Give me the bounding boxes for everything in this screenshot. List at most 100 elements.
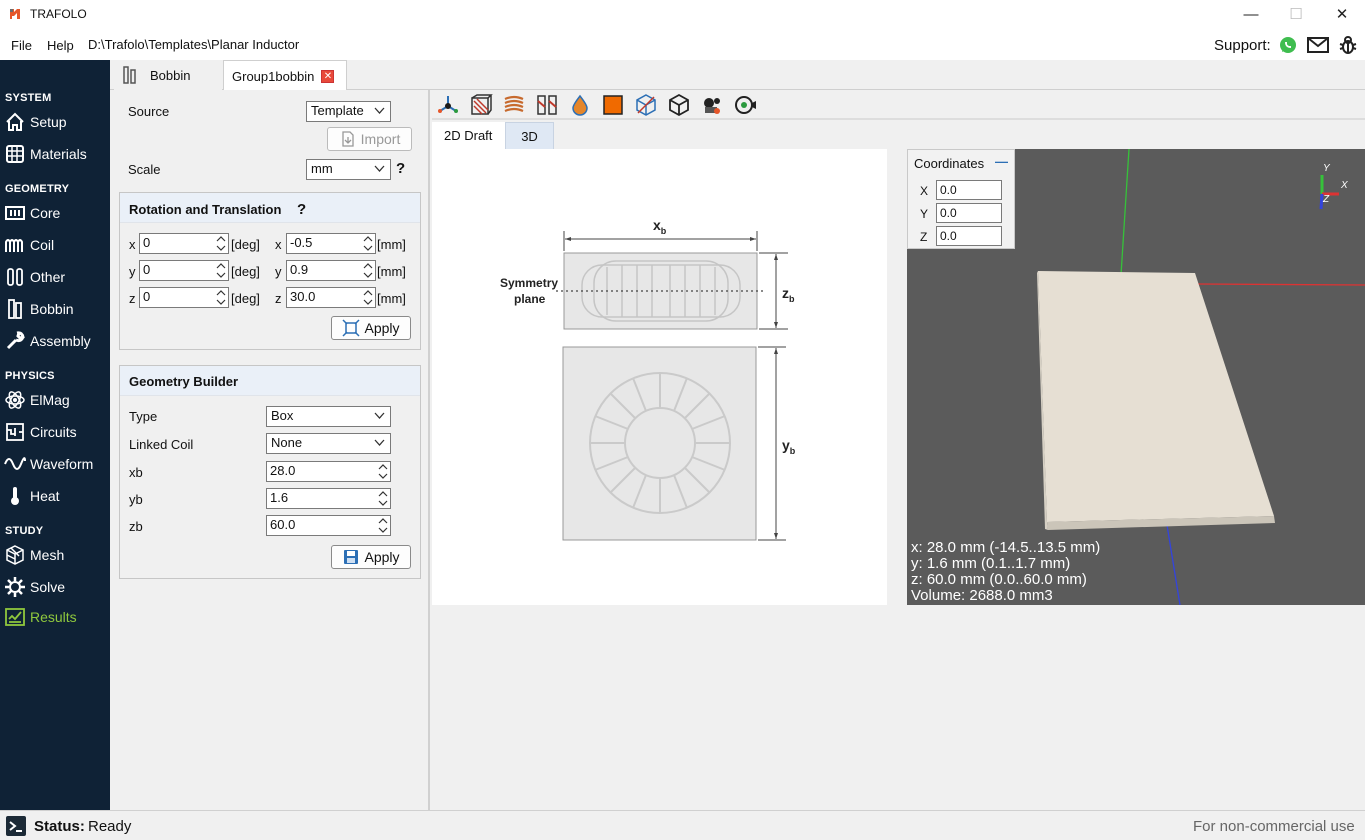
scale-select[interactable]: mm [306,159,391,180]
tab-close-icon[interactable]: ✕ [321,69,335,83]
record-camera-icon[interactable] [700,93,724,117]
solid-box-icon[interactable] [601,93,625,117]
scale-help-icon[interactable]: ? [396,160,405,177]
license-note: For non-commercial use [1193,818,1355,835]
trans-x-input[interactable]: -0.5 [286,233,376,254]
sidebar-item-setup[interactable]: Setup [4,109,108,135]
sidebar-item-results[interactable]: Results [4,604,108,630]
rotation-help-icon[interactable]: ? [297,201,306,218]
core-halves-icon[interactable] [535,93,559,117]
sidebar-item-core[interactable]: Core [4,200,108,226]
spin-arrows-icon[interactable] [378,490,388,507]
trans-z-input[interactable]: 30.0 [286,287,376,308]
menu-file[interactable]: File [11,38,32,53]
builder-apply-button[interactable]: Apply [331,545,411,569]
minimize-button[interactable]: — [1228,3,1274,27]
coord-y-label: Y [920,207,929,221]
view-toolbar [432,90,1365,120]
import-button[interactable]: Import [327,127,412,151]
view-axes-icon[interactable] [436,93,460,117]
coord-z-label: Z [920,230,928,244]
trans-y-input[interactable]: 0.9 [286,260,376,281]
sidebar-item-label: Waveform [30,456,94,472]
minimize-icon: — [1243,6,1259,23]
spin-arrows-icon[interactable] [363,235,373,252]
mail-icon[interactable] [1307,36,1329,54]
coord-y-input[interactable]: 0.0 [936,203,1002,223]
transform-icon [342,319,361,337]
maximize-button[interactable]: ☐ [1273,3,1319,27]
collapse-icon[interactable]: — [995,154,1008,169]
other-parts-icon [7,268,23,286]
sidebar-item-assembly[interactable]: Assembly [4,328,108,354]
spin-arrows-icon[interactable] [216,235,226,252]
axis-z-label: Z [1323,194,1330,205]
axis-x-label: X [1341,180,1348,191]
deg-unit: [deg] [231,237,260,252]
type-select[interactable]: Box [266,406,391,427]
rot-z-input[interactable]: 0 [139,287,229,308]
trans-z-label: z [275,291,282,306]
menu-help[interactable]: Help [47,38,74,53]
trans-x-label: x [275,237,282,252]
sidebar-item-other[interactable]: Other [4,264,108,290]
spin-arrows-icon[interactable] [363,262,373,279]
rotation-apply-button[interactable]: Apply [331,316,411,340]
sine-wave-icon [4,457,26,470]
linked-coil-select[interactable]: None [266,433,391,454]
sidebar-item-label: Solve [30,579,66,595]
coord-z-input[interactable]: 0.0 [936,226,1002,246]
sidebar-item-mesh[interactable]: Mesh [4,542,108,568]
tab-group1bobbin[interactable]: Group1bobbin ✕ [223,60,347,91]
rot-x-input[interactable]: 0 [139,233,229,254]
cut-plane-icon[interactable] [469,93,493,117]
sidebar-item-materials[interactable]: Materials [4,141,108,167]
source-select[interactable]: Template [306,101,391,122]
status-value: Ready [88,818,132,835]
spin-arrows-icon[interactable] [378,517,388,534]
wireframe-cube-icon[interactable] [634,93,658,117]
mm-unit: [mm] [377,291,406,306]
yb-input[interactable]: 1.6 [266,488,391,509]
whatsapp-icon[interactable] [1279,36,1297,54]
spin-arrows-icon[interactable] [363,289,373,306]
close-window-button[interactable]: ✕ [1319,3,1365,27]
isometric-cube-icon[interactable] [667,93,691,117]
spin-arrows-icon[interactable] [216,289,226,306]
draft-2d-view[interactable]: Symmetry plane xb zb yb [432,149,887,605]
bobbin-icon [123,66,136,84]
viewport-3d[interactable]: Y X Z Coordinates — X 0.0 Y 0.0 Z 0.0 x:… [907,149,1365,605]
tab-2d-draft[interactable]: 2D Draft [432,122,505,149]
rot-y-input[interactable]: 0 [139,260,229,281]
video-export-icon[interactable] [733,93,757,117]
terminal-icon[interactable] [5,815,27,837]
tab-label: Group1bobbin [232,68,315,84]
sidebar-item-label: Core [30,205,61,221]
xb-input[interactable]: 28.0 [266,461,391,482]
spin-arrows-icon[interactable] [216,262,226,279]
coord-x-input[interactable]: 0.0 [936,180,1002,200]
maximize-icon: ☐ [1289,6,1303,23]
section-system: SYSTEM [5,92,52,104]
sidebar-item-coil[interactable]: Coil [4,232,108,258]
sidebar-item-bobbin[interactable]: Bobbin [4,296,108,322]
sidebar-item-heat[interactable]: Heat [4,483,108,509]
sidebar-item-elmag[interactable]: ElMag [4,387,108,413]
tab-bobbin[interactable]: Bobbin [114,60,222,90]
sidebar-item-waveform[interactable]: Waveform [4,451,108,477]
section-physics: PHYSICS [5,370,55,382]
zb-input[interactable]: 60.0 [266,515,391,536]
winding-layers-icon[interactable] [502,93,526,117]
bug-report-icon[interactable] [1339,35,1357,55]
gear-icon [5,577,25,597]
support-label: Support: [1214,37,1271,54]
spin-arrows-icon[interactable] [378,463,388,480]
sidebar-item-solve[interactable]: Solve [4,574,108,600]
fluid-drop-icon[interactable] [568,93,592,117]
tab-3d[interactable]: 3D [505,122,554,149]
mm-unit: [mm] [377,264,406,279]
sidebar-item-circuits[interactable]: Circuits [4,419,108,445]
xb-dimension-label: xb [653,217,667,236]
atom-icon [5,391,25,409]
title-bar: TRAFOLO — ☐ ✕ [0,0,1365,30]
